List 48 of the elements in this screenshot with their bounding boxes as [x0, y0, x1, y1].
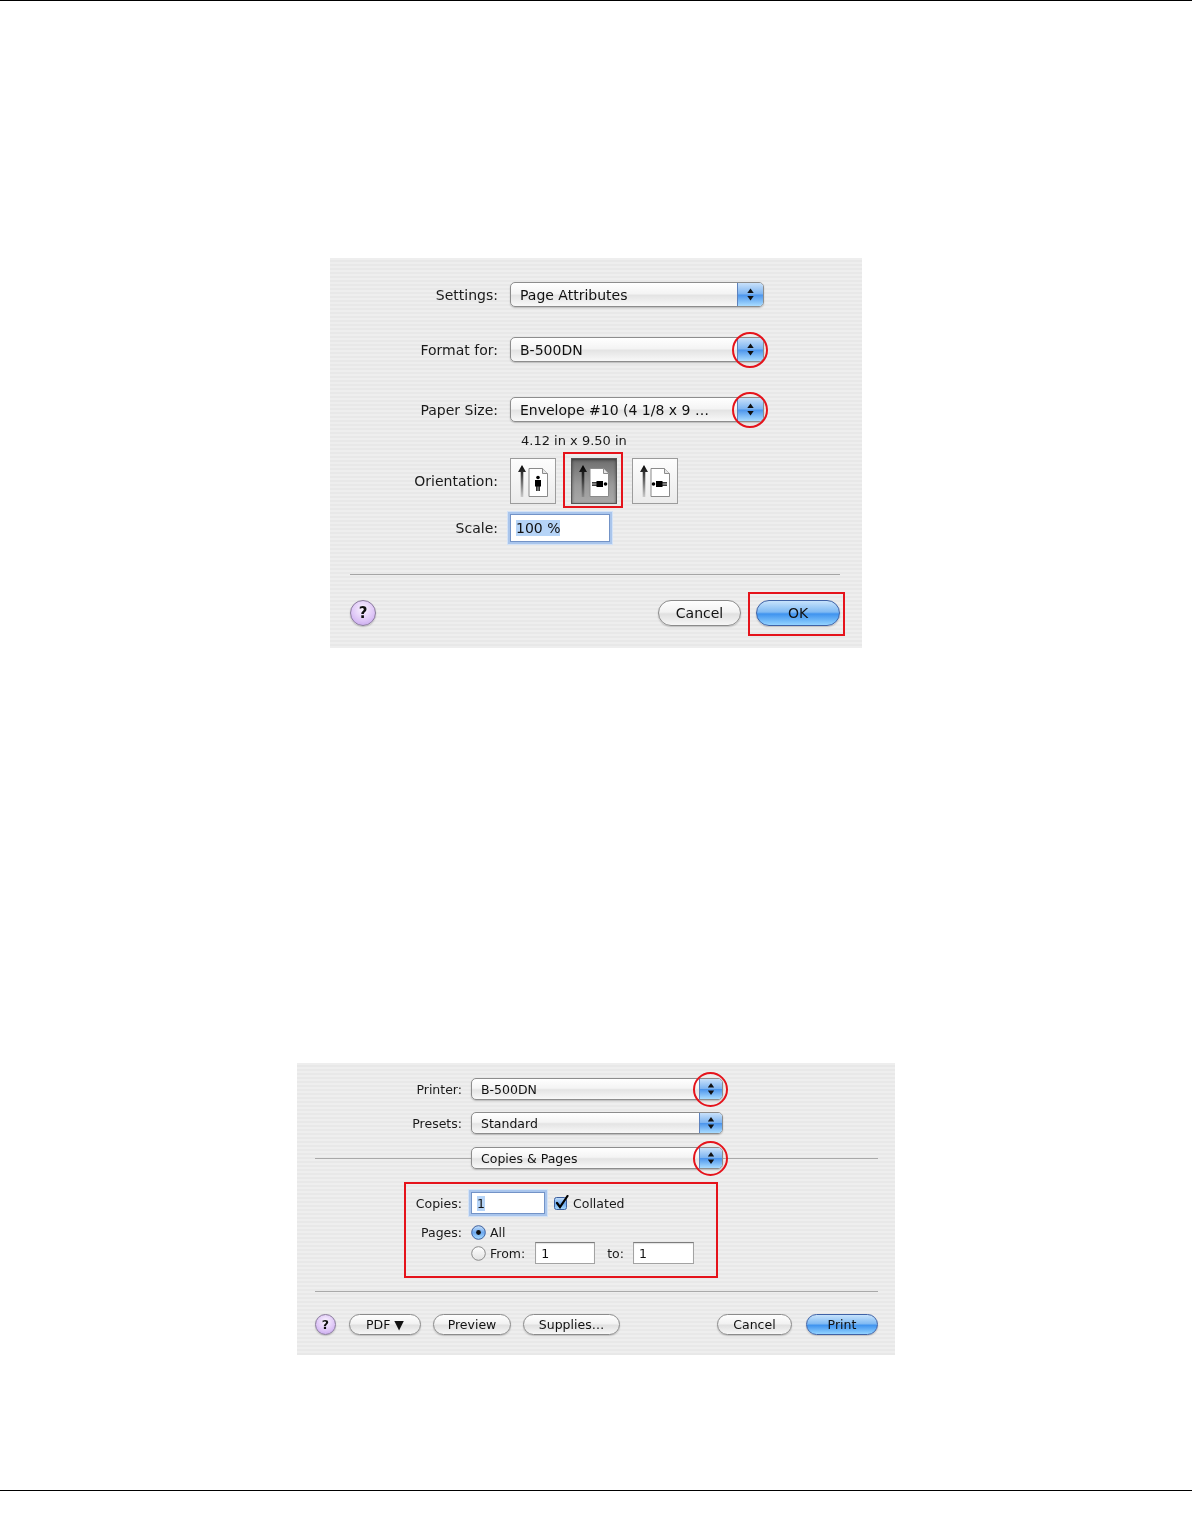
orientation-button[interactable] [510, 458, 556, 504]
portrait-page-icon [518, 465, 548, 497]
cancel-button[interactable]: Cancel [658, 600, 741, 626]
up-down-arrows-icon [699, 1148, 722, 1168]
checkbox[interactable] [553, 1195, 569, 1211]
cancel-button[interactable]: Cancel [717, 1314, 792, 1335]
dropdown[interactable]: B-500DN [510, 337, 764, 362]
up-down-arrows-icon [737, 283, 763, 306]
dropdown[interactable]: Standard [471, 1112, 723, 1134]
radio-button[interactable] [471, 1224, 486, 1240]
field-label: Scale: [455, 520, 498, 536]
field-label: Copies: [415, 1195, 462, 1211]
copies-field[interactable]: 1 [471, 1192, 545, 1214]
field-label: Presets: [412, 1115, 462, 1131]
landscape-page-icon [579, 465, 609, 497]
dropdown[interactable]: Page Attributes [510, 282, 764, 307]
field-label: Settings: [435, 286, 498, 303]
preview-button[interactable]: Preview [433, 1314, 511, 1335]
reverse-landscape-page-icon [640, 465, 670, 497]
ok-button[interactable]: OK [756, 600, 840, 626]
orientation-button[interactable] [571, 458, 617, 504]
help-button[interactable]: ? [315, 1314, 336, 1335]
radio-label: All [490, 1224, 506, 1240]
up-down-arrows-icon [737, 338, 763, 361]
dropdown[interactable]: B-500DN [471, 1078, 723, 1100]
field-label: Format for: [420, 341, 498, 358]
radio-button[interactable] [471, 1245, 486, 1261]
orientation-button[interactable] [632, 458, 678, 504]
page-from-field[interactable]: 1 [535, 1242, 596, 1264]
radio-label: From: [490, 1245, 526, 1261]
print-button[interactable]: Print [806, 1314, 878, 1335]
dropdown[interactable]: Copies & Pages [471, 1147, 723, 1169]
up-down-arrows-icon [699, 1079, 722, 1099]
field-label: Orientation: [414, 473, 498, 489]
up-down-arrows-icon [699, 1113, 722, 1133]
paper-size-text: 4.12 in x 9.50 in [521, 433, 627, 448]
pdf-menu-button[interactable]: PDF ▼ [349, 1314, 421, 1335]
scale-field[interactable]: 100 % [510, 514, 610, 542]
field-label: Pages: [421, 1224, 462, 1240]
field-label: Printer: [416, 1081, 462, 1097]
field-label: Paper Size: [420, 401, 498, 418]
page-to-field[interactable]: 1 [632, 1242, 694, 1264]
up-down-arrows-icon [737, 398, 763, 421]
dropdown[interactable]: Envelope #10 (4 1/8 x 9 … [510, 397, 764, 422]
field-label: to: [607, 1245, 624, 1261]
help-button[interactable]: ? [350, 600, 376, 626]
supplies-button[interactable]: Supplies… [523, 1314, 620, 1335]
checkbox-label: Collated [573, 1195, 625, 1211]
